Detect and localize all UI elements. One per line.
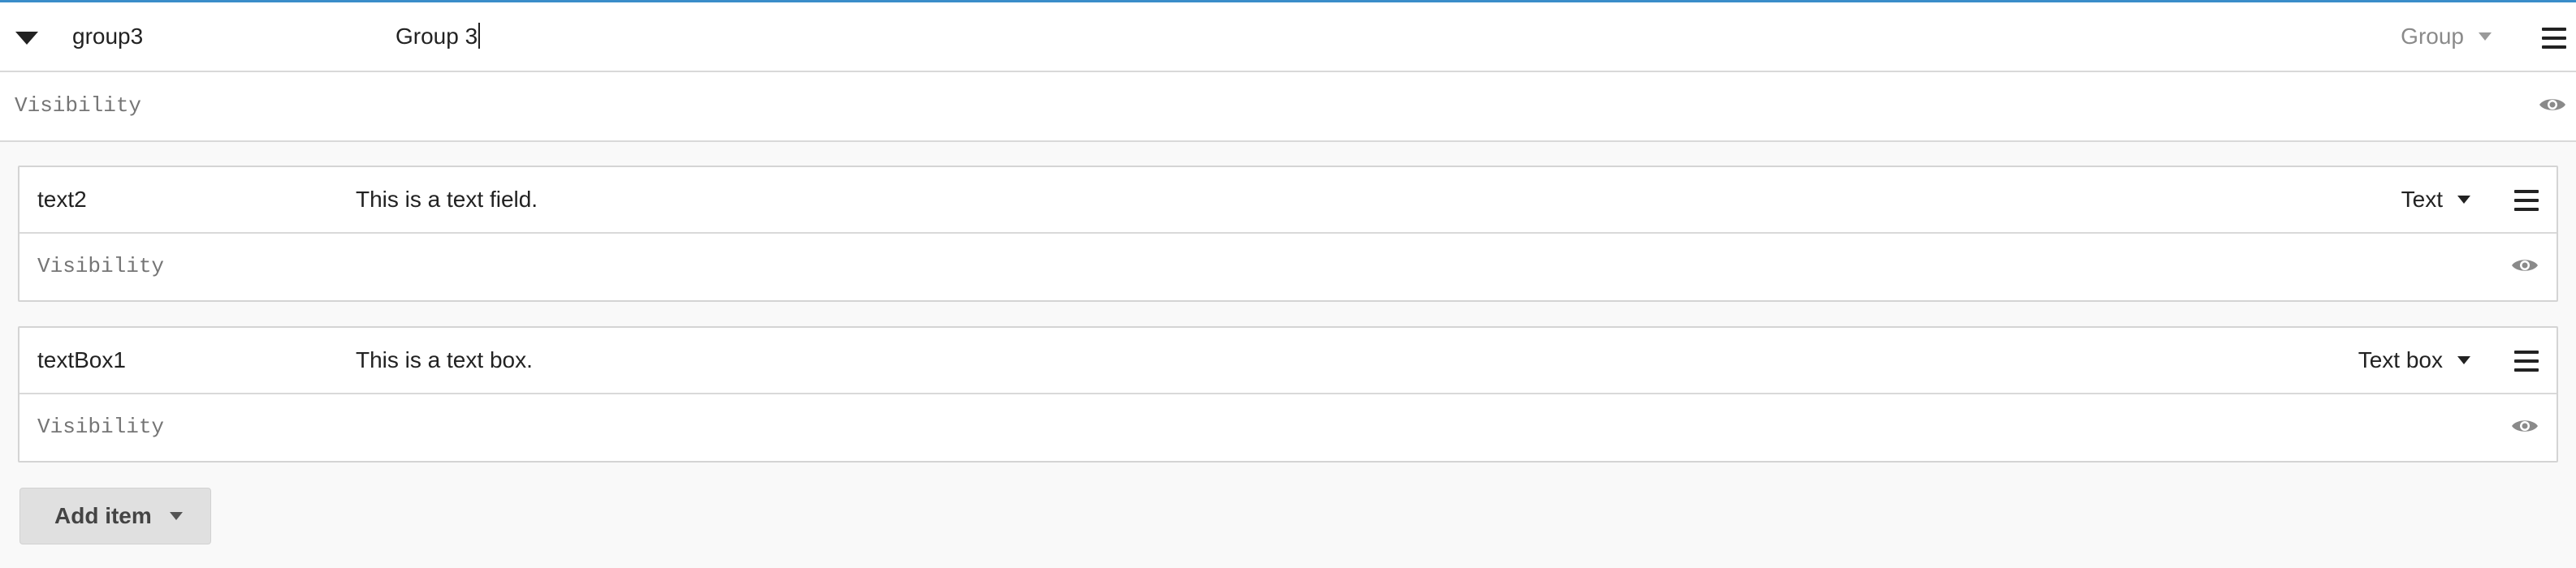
eye-icon [2512,420,2538,432]
collapse-toggle-button[interactable] [13,27,41,49]
hamburger-menu-icon [2514,351,2539,354]
item-visibility-input[interactable] [37,250,525,282]
item-label-field[interactable]: This is a text box. [356,344,533,377]
menu-bar [2514,199,2539,202]
text-cursor [478,23,481,49]
group-label-field[interactable]: Group 3 [395,20,481,53]
menu-bar [2514,368,2539,372]
item-visibility-row [19,394,2557,461]
add-item-button[interactable]: Add item [19,488,211,544]
group-visibility-toggle[interactable] [2539,96,2566,114]
item-visibility-toggle[interactable] [2511,417,2539,435]
item-label-field[interactable]: This is a text field. [356,183,538,216]
caret-down-icon [15,32,38,45]
item-name-field[interactable]: textBox1 [37,344,126,377]
group-visibility-input[interactable] [15,89,502,122]
menu-bar [2514,359,2539,363]
menu-bar [2514,208,2539,211]
group-type-select[interactable]: Group [2401,20,2492,53]
eye-icon [2512,260,2538,271]
item-header-row: textBox1 This is a text box. Text box [19,328,2557,394]
group-header-row: group3 Group 3 Group [0,2,2576,72]
item-card-text2: text2 This is a text field. Text [18,166,2558,302]
group-name-field[interactable]: group3 [72,20,143,53]
item-visibility-input[interactable] [37,411,525,443]
item-header-row: text2 This is a text field. Text [19,167,2557,234]
hamburger-menu-icon [2542,28,2566,31]
eye-icon [2539,99,2565,110]
chevron-down-icon [2479,32,2492,41]
group-label-text: Group 3 [395,24,478,49]
chevron-down-icon [2457,196,2470,204]
item-menu-button[interactable] [2514,190,2539,211]
item-type-select[interactable]: Text box [2358,344,2470,377]
group-menu-button[interactable] [2542,28,2566,49]
item-visibility-row [19,234,2557,300]
item-type-select[interactable]: Text [2401,183,2470,216]
add-item-label: Add item [54,503,152,528]
item-menu-button[interactable] [2514,351,2539,372]
item-type-value: Text box [2358,347,2443,372]
menu-bar [2542,37,2566,40]
group-type-value: Group [2401,24,2464,49]
item-name-field[interactable]: text2 [37,183,87,216]
group-visibility-row [0,72,2576,142]
item-type-value: Text [2401,187,2443,212]
item-visibility-toggle[interactable] [2511,256,2539,274]
menu-bar [2542,45,2566,49]
chevron-down-icon [169,512,183,520]
item-card-textbox1: textBox1 This is a text box. Text box [18,326,2558,463]
chevron-down-icon [2457,356,2470,364]
hamburger-menu-icon [2514,190,2539,193]
